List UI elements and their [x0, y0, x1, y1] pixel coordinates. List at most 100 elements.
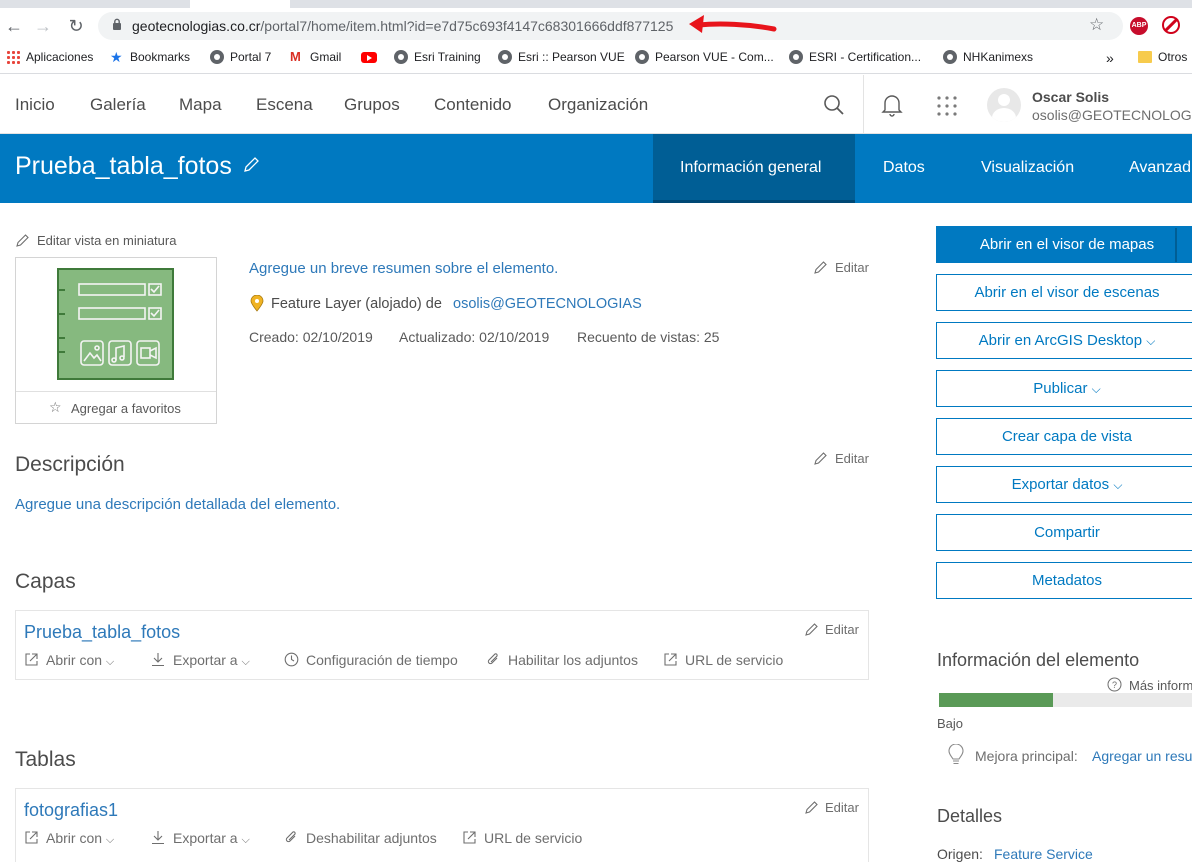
bookmark-aplicaciones[interactable]: Aplicaciones [6, 50, 93, 64]
bookmark-nhkanimexs[interactable]: NHKanimexs [943, 50, 1033, 64]
top-improvement-link[interactable]: Agregar un resu [1092, 748, 1192, 764]
chevron-down-icon: ⌵ [105, 834, 115, 846]
source-label: Origen: [937, 846, 983, 862]
url-text[interactable]: geotecnologias.co.cr/portal7/home/item.h… [132, 18, 673, 34]
header-divider [863, 75, 864, 133]
top-improvement-label: Mejora principal: [975, 748, 1078, 764]
chevron-down-icon: ⌵ [1091, 382, 1101, 396]
search-icon[interactable] [823, 94, 845, 116]
summary-prompt-link[interactable]: Agregue un breve resumen sobre el elemen… [249, 260, 558, 277]
user-email[interactable]: osolis@GEOTECNOLOG... [1032, 107, 1192, 123]
nav-escena[interactable]: Escena [256, 95, 313, 115]
created-date: Creado: 02/10/2019 [249, 329, 373, 345]
edit-title-icon[interactable] [242, 156, 260, 174]
edit-layer-button[interactable]: Editar [825, 622, 859, 637]
layer-enable-attachments-link[interactable]: Habilitar los adjuntos [508, 652, 638, 668]
bookmark-gmail[interactable]: M Gmail [290, 49, 341, 65]
pencil-icon [814, 452, 827, 465]
tab-visualizacion[interactable]: Visualización [981, 159, 1074, 177]
more-info-link[interactable]: Más inform [1129, 678, 1192, 693]
table-disable-attachments-link[interactable]: Deshabilitar adjuntos [306, 830, 437, 846]
bookmark-bookmarks[interactable]: ★ Bookmarks [110, 50, 190, 64]
open-map-viewer-button[interactable]: Abrir en el visor de mapas [936, 226, 1192, 263]
edit-summary-button[interactable]: Editar [835, 260, 869, 275]
create-view-layer-button[interactable]: Crear capa de vista [936, 418, 1192, 455]
item-info-heading: Información del elemento [937, 650, 1140, 670]
edit-table-button[interactable]: Editar [825, 800, 859, 815]
forward-icon[interactable]: → [31, 16, 55, 36]
nav-grupos[interactable]: Grupos [344, 95, 400, 115]
globe-icon [210, 50, 224, 64]
bookmark-youtube[interactable] [361, 52, 377, 63]
feature-layer-icon [250, 295, 264, 312]
chevron-down-icon: ⌵ [1146, 334, 1156, 348]
layer-card [15, 610, 869, 680]
nav-contenido[interactable]: Contenido [434, 95, 512, 115]
bookmark-otros[interactable]: Otros [1138, 50, 1187, 64]
tab-avanzado[interactable]: Avanzad [1129, 159, 1191, 177]
user-name[interactable]: Oscar Solis [1032, 89, 1109, 105]
bookmark-esri-pearson[interactable]: Esri :: Pearson VUE [498, 50, 625, 64]
pencil-icon [805, 623, 818, 636]
app-launcher-icon[interactable] [936, 95, 958, 117]
apps-grid-icon [6, 50, 20, 64]
table-export-dropdown[interactable]: Exportar a ⌵ [173, 830, 250, 847]
youtube-icon [361, 52, 377, 63]
layers-heading: Capas [15, 570, 76, 593]
bell-icon[interactable] [881, 93, 903, 117]
table-open-with-dropdown[interactable]: Abrir con ⌵ [46, 830, 114, 847]
updated-date: Actualizado: 02/10/2019 [399, 329, 550, 345]
nav-mapa[interactable]: Mapa [179, 95, 222, 115]
star-icon: ★ [110, 49, 123, 65]
adblock-icon[interactable]: ABP [1130, 17, 1148, 35]
layer-open-with-dropdown[interactable]: Abrir con ⌵ [46, 652, 114, 669]
bookmark-pearson-vue[interactable]: Pearson VUE - Com... [635, 50, 774, 64]
edit-thumbnail-link[interactable]: Editar vista en miniatura [37, 233, 176, 248]
bookmark-portal7[interactable]: Portal 7 [210, 50, 271, 64]
edit-description-button[interactable]: Editar [835, 451, 869, 466]
chevron-down-icon: ⌵ [1113, 478, 1123, 492]
gmail-icon: M [290, 49, 301, 64]
layer-service-url-link[interactable]: URL de servicio [685, 652, 783, 668]
publish-button[interactable]: Publicar ⌵ [936, 370, 1192, 407]
nav-galeria[interactable]: Galería [90, 95, 146, 115]
url-path: /portal7/home/item.html?id=e7d75c693f414… [260, 18, 674, 34]
chevron-down-icon: ⌵ [105, 656, 115, 668]
layer-export-dropdown[interactable]: Exportar a ⌵ [173, 652, 250, 669]
table-service-url-link[interactable]: URL de servicio [484, 830, 582, 846]
nav-organizacion[interactable]: Organización [548, 95, 648, 115]
bookmark-star-icon[interactable]: ☆ [1089, 15, 1104, 35]
open-arcgis-desktop-button[interactable]: Abrir en ArcGIS Desktop ⌵ [936, 322, 1192, 359]
back-icon[interactable]: ← [2, 16, 26, 36]
reload-icon[interactable]: ↻ [64, 16, 88, 36]
metadata-button[interactable]: Metadatos [936, 562, 1192, 599]
url-host: geotecnologias.co.cr [132, 18, 261, 34]
nav-inicio[interactable]: Inicio [15, 95, 55, 115]
tab-informacion-general[interactable]: Información general [680, 159, 821, 177]
source-value-link[interactable]: Feature Service [994, 846, 1093, 862]
share-button[interactable]: Compartir [936, 514, 1192, 551]
tab-strip [0, 0, 1192, 8]
layer-name-link[interactable]: Prueba_tabla_fotos [24, 622, 180, 643]
details-heading: Detalles [937, 806, 1003, 826]
description-prompt-link[interactable]: Agregue una descripción detallada del el… [15, 496, 340, 513]
table-name-link[interactable]: fotografias1 [24, 800, 118, 821]
owner-link[interactable]: osolis@GEOTECNOLOGIAS [453, 296, 642, 312]
open-external-icon [25, 831, 38, 844]
tables-heading: Tablas [15, 748, 76, 771]
bookmarks-overflow[interactable]: » [1106, 50, 1114, 66]
paperclip-icon [487, 653, 498, 665]
export-data-button[interactable]: Exportar datos ⌵ [936, 466, 1192, 503]
open-scene-viewer-button[interactable]: Abrir en el visor de escenas [936, 274, 1192, 311]
globe-icon [789, 50, 803, 64]
description-heading: Descripción [15, 453, 125, 476]
block-extension-icon[interactable] [1162, 16, 1180, 34]
bookmark-esri-training[interactable]: Esri Training [394, 50, 481, 64]
avatar[interactable] [987, 88, 1021, 122]
bookmark-esri-certification[interactable]: ESRI - Certification... [789, 50, 921, 64]
layer-time-settings-link[interactable]: Configuración de tiempo [306, 652, 458, 668]
download-icon [152, 831, 164, 845]
add-favorite-link[interactable]: Agregar a favoritos [71, 401, 181, 416]
tab-datos[interactable]: Datos [883, 159, 925, 177]
active-browser-tab[interactable] [190, 0, 290, 8]
